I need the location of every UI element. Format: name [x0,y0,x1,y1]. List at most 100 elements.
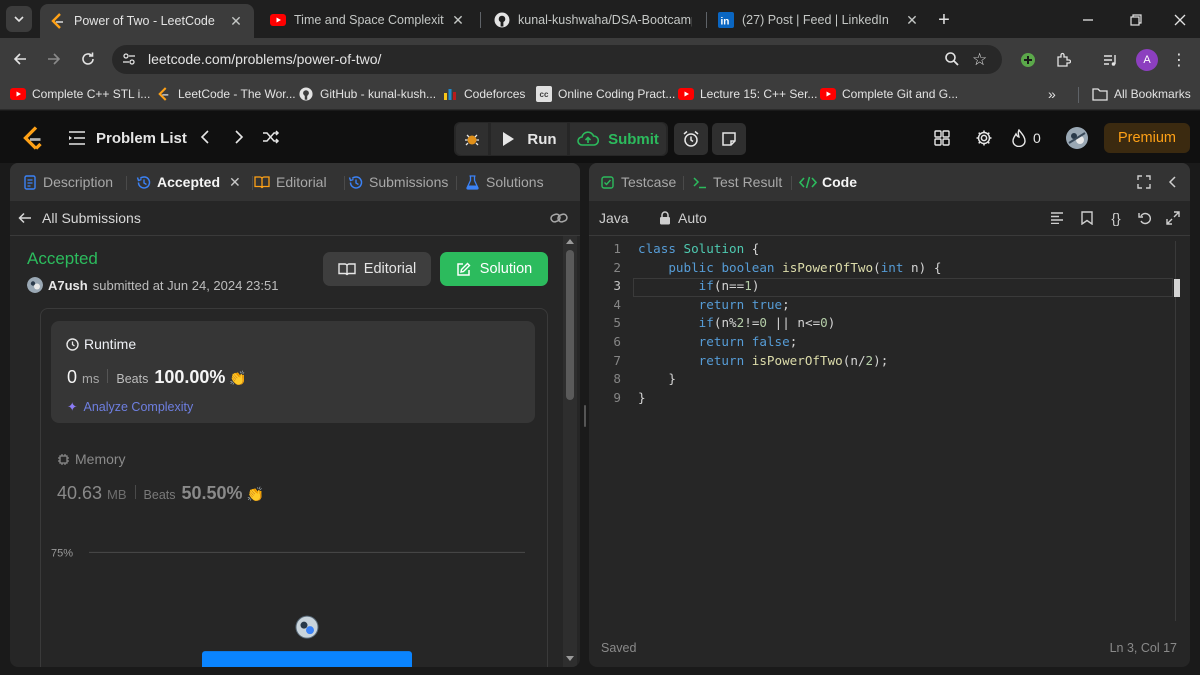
bookmark-git[interactable]: Complete Git and G... [820,80,958,108]
media-control-button[interactable] [1100,49,1122,71]
language-select[interactable]: Java [599,209,629,227]
minimize-window-button[interactable] [1076,8,1100,32]
layout-button[interactable] [930,126,954,150]
tab-solutions[interactable]: Solutions [466,163,544,201]
browser-tab-youtube[interactable]: Time and Space Complexity CO ✕ [260,4,476,36]
run-button[interactable]: Run [491,123,567,155]
run-label: Run [527,130,557,148]
tab-code[interactable]: Code [799,163,857,201]
close-window-button[interactable] [1168,8,1192,32]
new-tab-button[interactable]: + [932,8,956,32]
code-line: if(n==1) [698,278,760,294]
code-editor[interactable]: 1 2 3 4 5 6 7 8 9 class Solution { public boolea… [589,241,1179,631]
format-code-button[interactable] [1047,209,1067,227]
github-icon [494,12,510,28]
editorial-button[interactable]: Editorial [323,252,431,286]
arrow-right-icon [46,51,62,67]
close-icon[interactable]: ✕ [450,12,466,29]
bookmark-stl[interactable]: Complete C++ STL i... [10,80,150,108]
submit-button[interactable]: Submit [570,123,666,155]
distribution-bar[interactable] [202,651,412,667]
auto-mode-toggle[interactable]: Auto [659,209,707,227]
restore-window-button[interactable] [1124,8,1148,32]
runtime-value-row: 0 ms Beats 100.00% 👏 [67,367,247,388]
fullscreen-button[interactable] [1163,209,1183,227]
share-link-button[interactable] [548,207,570,229]
all-submissions-link[interactable]: All Submissions [18,207,141,229]
tab-description[interactable]: Description [24,163,113,201]
extension-green-button[interactable] [1018,50,1038,70]
runtime-unit: ms [82,371,100,386]
tab-divider [252,176,253,190]
browser-tab-github[interactable]: kunal-kushwaha/DSA-Bootcamp [484,4,702,36]
bookmark-coding-practice[interactable]: cc Online Coding Pract... [536,80,675,108]
extensions-button[interactable] [1052,49,1074,71]
editor-scrollbar[interactable] [1175,241,1176,621]
debug-button[interactable] [456,123,488,155]
search-icon[interactable] [944,51,960,67]
runtime-card[interactable]: Runtime 0 ms Beats 100.00% 👏 ✦ Analyze C… [51,321,535,423]
profile-avatar-button[interactable]: A [1136,49,1158,71]
site-info-icon[interactable] [122,52,136,66]
scroll-up-arrow[interactable] [566,239,574,244]
random-problem-button[interactable] [260,126,282,148]
analyze-complexity-link[interactable]: ✦ Analyze Complexity [67,399,193,415]
bookmark-leetcode[interactable]: LeetCode - The Wor... [156,80,296,108]
bookmark-lecture[interactable]: Lecture 15: C++ Ser... [678,80,817,108]
code-line: return true; [698,296,790,312]
line-number: 8 [613,371,621,387]
collapse-panel-button[interactable] [1163,173,1181,191]
line-number: 6 [613,334,621,349]
close-icon[interactable]: ✕ [904,12,920,29]
post-solution-button[interactable]: Solution [440,252,548,286]
checkbox-icon [601,175,614,189]
code-icon [799,176,817,189]
bookmark-codeforces[interactable]: Codeforces [442,80,525,108]
scroll-down-arrow[interactable] [566,656,574,661]
memory-card[interactable]: Memory 40.63 MB Beats 50.50% 👏 [51,441,535,511]
tab-accepted[interactable]: Accepted ✕ [136,163,241,201]
edit-icon [456,262,471,277]
problem-list-button[interactable]: Problem List [68,125,187,151]
browser-menu-button[interactable]: ⋮ [1168,49,1190,71]
bookmark-github[interactable]: GitHub - kunal-kush... [298,80,436,108]
bookmarks-overflow-button[interactable]: » [1048,80,1056,108]
username[interactable]: A7ush [48,278,88,293]
prev-problem-button[interactable] [194,126,216,148]
status-bar: Saved Ln 3, Col 17 [589,637,1190,659]
premium-button[interactable]: Premium [1104,123,1190,153]
scrollbar-thumb[interactable] [566,250,574,400]
tab-testcase[interactable]: Testcase [601,163,676,201]
bookmark-button[interactable] [1077,209,1097,227]
close-icon[interactable]: ✕ [229,174,241,191]
streak-counter[interactable]: 0 [1012,126,1041,150]
maximize-panel-button[interactable] [1135,173,1153,191]
tab-search-button[interactable] [6,6,32,32]
memory-value-row: 40.63 MB Beats 50.50% 👏 [57,483,264,504]
forward-button[interactable] [42,47,66,71]
panel-resize-handle[interactable] [584,405,586,427]
youtube-icon [10,86,26,102]
back-button[interactable] [8,47,32,71]
all-bookmarks-button[interactable]: All Bookmarks [1092,80,1191,108]
sparkle-icon: ✦ [67,400,78,414]
notes-button[interactable] [712,123,746,155]
tab-editorial[interactable]: Editorial [254,163,327,201]
reload-button[interactable] [76,47,100,71]
chevron-right-icon [234,130,244,144]
browser-tab-linkedin[interactable]: in (27) Post | Feed | LinkedIn ✕ [708,4,930,36]
close-icon[interactable]: ✕ [228,13,244,30]
tab-submissions[interactable]: Submissions [348,163,448,201]
browser-tab-leetcode[interactable]: Power of Two - LeetCode ✕ [40,4,254,38]
braces-button[interactable]: {} [1105,209,1127,227]
settings-button[interactable] [972,126,996,150]
address-bar[interactable]: leetcode.com/problems/power-of-two/ ☆ [112,45,1002,74]
user-avatar[interactable] [1066,127,1088,149]
bookmark-star-icon[interactable]: ☆ [972,50,987,70]
leetcode-logo[interactable] [20,125,46,151]
scrollbar[interactable] [563,236,577,667]
next-problem-button[interactable] [228,126,250,148]
tab-test-result[interactable]: Test Result [693,163,782,201]
timer-button[interactable] [674,123,708,155]
reset-code-button[interactable] [1135,209,1155,227]
